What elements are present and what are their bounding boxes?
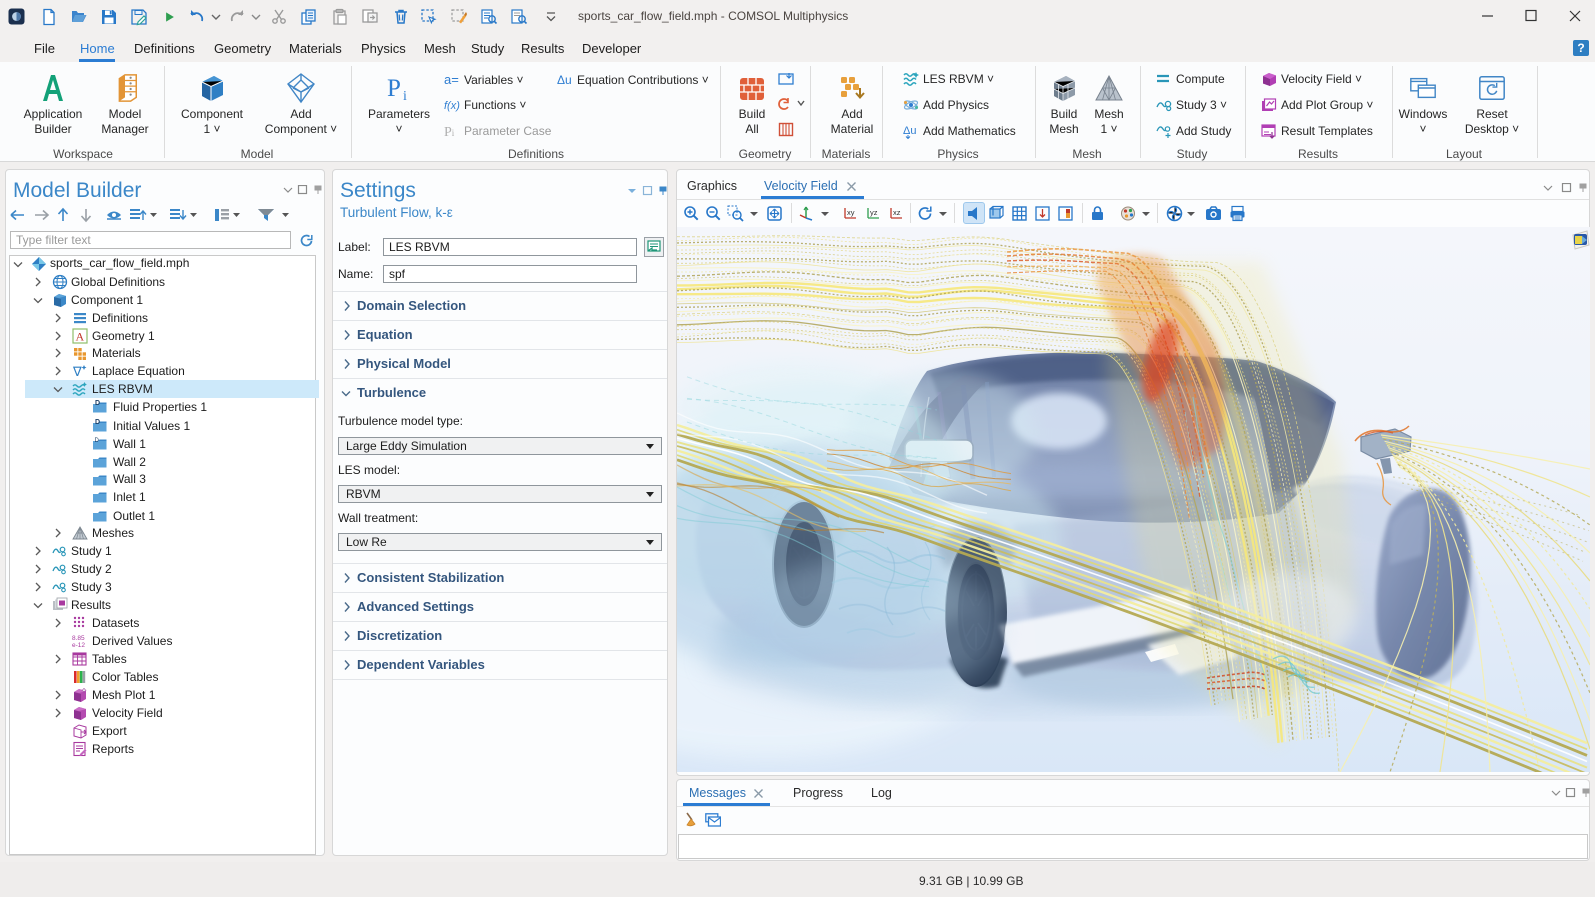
svg-text:P: P — [387, 75, 401, 102]
svg-text:a=: a= — [444, 72, 459, 87]
svg-text:Δu: Δu — [557, 73, 572, 87]
svg-text:xz: xz — [893, 208, 901, 217]
svg-text:∇: ∇ — [72, 364, 82, 379]
svg-text:xy: xy — [847, 208, 855, 217]
svg-text:f(x): f(x) — [444, 100, 460, 112]
svg-text:i: i — [403, 89, 407, 104]
svg-text:e-12: e-12 — [72, 642, 85, 649]
svg-text:yz: yz — [870, 208, 878, 217]
svg-text:D: D — [95, 419, 100, 426]
svg-text:D: D — [95, 438, 100, 444]
svg-text:Pi: Pi — [444, 125, 455, 139]
svg-text:D: D — [95, 400, 100, 407]
svg-text:Δu: Δu — [903, 125, 916, 137]
svg-text:8.85: 8.85 — [72, 635, 85, 642]
svg-text:A: A — [76, 330, 85, 344]
